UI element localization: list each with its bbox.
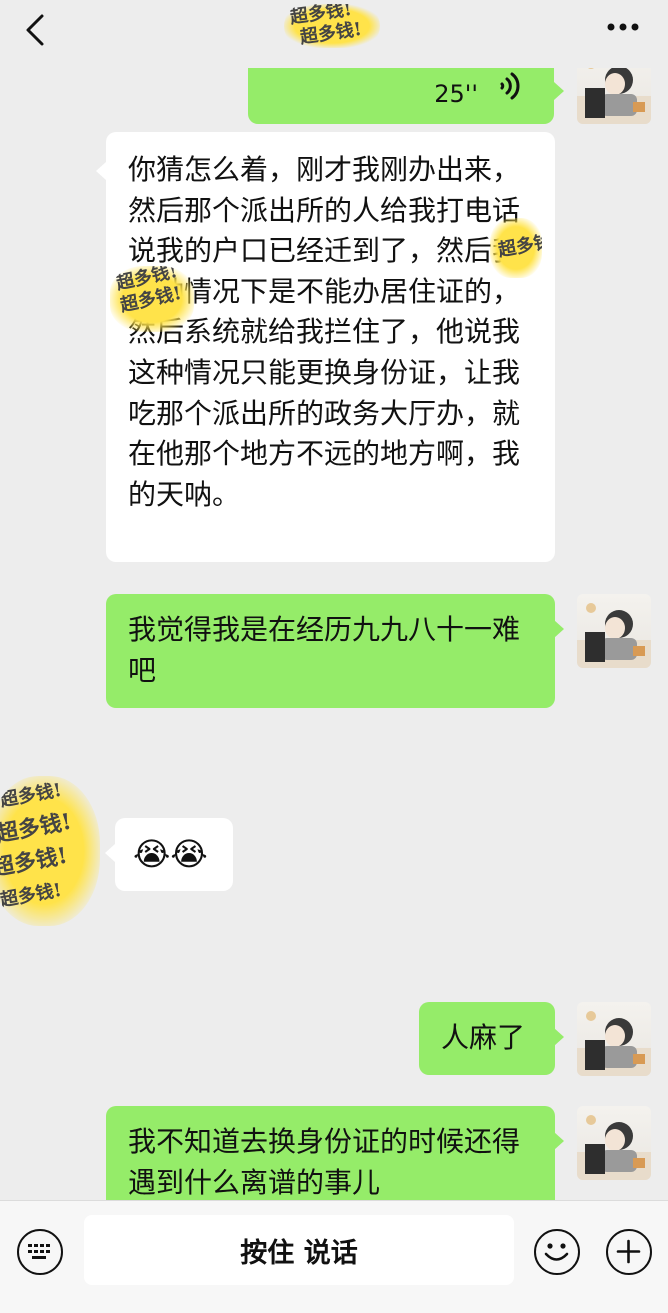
redaction-text-3: 超多钱! <box>0 842 70 882</box>
bubble-tail <box>554 620 564 638</box>
outgoing-text-message[interactable]: 我觉得我是在经历九九八十一难吧 <box>106 594 555 708</box>
my-avatar[interactable] <box>577 594 651 668</box>
outgoing-text-message[interactable]: 人麻了 <box>419 1002 555 1075</box>
add-button[interactable] <box>606 1229 652 1275</box>
incoming-text-message[interactable]: 你猜怎么着，刚才我刚办出来，然后那个派出所的人给我打电话说我的户口已经迁到了，然… <box>106 132 555 562</box>
voice-duration: 25'' <box>434 80 478 108</box>
voice-message[interactable]: 25'' <box>248 68 554 124</box>
input-bar: 按住 说话 <box>0 1200 668 1313</box>
redaction-text: 超多钱! <box>496 229 542 262</box>
redaction-text-2: 超多钱! <box>0 808 74 848</box>
message-text: 人麻了 <box>441 1021 526 1054</box>
message-text: 我不知道去换身份证的时候还得遇到什么离谱的事儿 <box>128 1125 521 1199</box>
chat-header: 超多钱! 超多钱! <box>0 0 668 68</box>
chat-title: 超多钱! 超多钱! <box>284 4 380 48</box>
more-dots-icon[interactable] <box>606 20 640 34</box>
message-list[interactable]: 25'' 你猜怎么着，刚才我刚办出来，然后那个派出所的人给我打电话说我的户口已经… <box>0 68 668 1200</box>
emoji-icon <box>544 1243 569 1261</box>
keyboard-button[interactable] <box>17 1229 63 1275</box>
redaction-text: 超多钱! <box>0 779 64 812</box>
redacted-contact-avatar[interactable]: 超多钱! 超多钱! 超多钱! 超多钱! <box>0 776 100 926</box>
bubble-tail <box>554 1132 564 1150</box>
bubble-tail <box>554 82 564 100</box>
back-chevron-icon[interactable] <box>22 12 52 48</box>
incoming-emoji-message[interactable]: 😭😭 <box>115 818 233 891</box>
my-avatar[interactable] <box>577 1002 651 1076</box>
message-text: 你猜怎么着，刚才我刚办出来，然后那个派出所的人给我打电话说我的户口已经迁到了，然… <box>128 153 521 511</box>
plus-icon <box>616 1239 641 1264</box>
avatar-illustration <box>577 68 651 124</box>
keyboard-icon <box>28 1244 50 1259</box>
redaction-sticker: 超多钱! <box>490 218 542 278</box>
bubble-tail <box>105 844 115 862</box>
redaction-sticker: 超多钱! 超多钱! <box>110 266 194 332</box>
bubble-tail <box>96 162 106 180</box>
bubble-tail <box>554 1028 564 1046</box>
emoji-button[interactable] <box>534 1229 580 1275</box>
avatar-illustration <box>577 603 651 668</box>
hold-to-talk-button[interactable]: 按住 说话 <box>84 1215 514 1285</box>
my-avatar[interactable] <box>577 68 651 124</box>
avatar-illustration <box>577 1011 651 1076</box>
voice-wave-icon <box>500 72 520 100</box>
redaction-text-4: 超多钱! <box>0 879 64 912</box>
message-emoji: 😭😭 <box>133 835 208 873</box>
my-avatar[interactable] <box>577 1106 651 1180</box>
avatar-illustration <box>577 1115 651 1180</box>
message-text: 我觉得我是在经历九九八十一难吧 <box>128 613 521 687</box>
outgoing-text-message[interactable]: 我不知道去换身份证的时候还得遇到什么离谱的事儿 <box>106 1106 555 1200</box>
